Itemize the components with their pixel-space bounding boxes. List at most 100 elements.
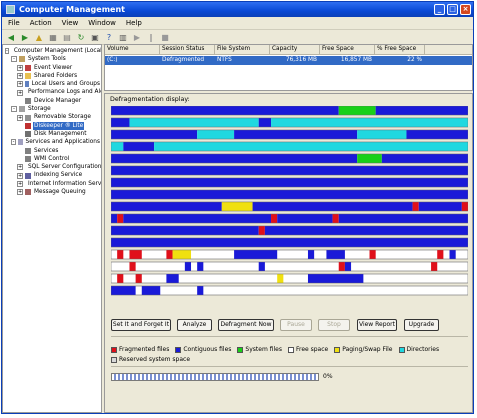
expand-icon[interactable]: +: [17, 81, 23, 88]
refresh-icon[interactable]: ↻: [76, 32, 86, 42]
storage-icon: [19, 106, 25, 113]
collapse-icon[interactable]: -: [11, 56, 17, 63]
pause-icon[interactable]: ‖: [146, 32, 156, 42]
expand-icon[interactable]: +: [17, 180, 23, 187]
menu-help[interactable]: Help: [126, 19, 142, 27]
export-icon[interactable]: ▣: [90, 32, 100, 42]
upgrade-button[interactable]: Upgrade: [404, 319, 439, 331]
collapse-icon[interactable]: -: [11, 139, 17, 146]
system-swatch: [237, 346, 244, 353]
defrag-block: [166, 250, 173, 259]
tree-item[interactable]: - System Tools: [5, 55, 101, 63]
up-icon[interactable]: ▲: [34, 32, 44, 42]
legend-contiguous: Contiguous files: [175, 346, 231, 353]
column-capacity[interactable]: Capacity: [270, 45, 320, 54]
tree-item[interactable]: + Event Viewer: [5, 64, 101, 72]
indexing-icon: [25, 172, 31, 179]
tree-item[interactable]: + Shared Folders: [5, 72, 101, 80]
legend-free: Free space: [287, 346, 329, 353]
defrag-block: [111, 118, 130, 127]
tree-item[interactable]: - Storage: [5, 105, 101, 113]
menu-window[interactable]: Window: [88, 19, 116, 27]
help-icon[interactable]: ?: [104, 32, 114, 42]
expand-icon[interactable]: +: [17, 73, 23, 80]
tree-item[interactable]: - Computer Management (Local): [5, 47, 101, 55]
back-icon[interactable]: ◀: [6, 32, 16, 42]
defrag-block: [264, 226, 468, 235]
tree-item-label: Removable Storage: [34, 114, 91, 121]
collapse-icon[interactable]: -: [11, 106, 17, 113]
tree-item[interactable]: Device Manager: [5, 97, 101, 105]
volume-file-system: NTFS: [217, 57, 232, 63]
tree-item-label: Device Manager: [34, 97, 82, 104]
tree-item[interactable]: Disk Management: [5, 130, 101, 138]
collapse-icon[interactable]: -: [5, 48, 9, 55]
tree-item[interactable]: + Performance Logs and Alerts: [5, 88, 101, 96]
legend-system-label: System files: [245, 346, 282, 353]
reserved-swatch: [111, 356, 117, 363]
close-button[interactable]: ×: [460, 4, 471, 15]
legend-reserved-label: Reserved system space: [119, 356, 191, 363]
volume-list: Volume Session Status File System Capaci…: [104, 44, 473, 91]
defrag-block: [154, 142, 468, 151]
menu-view[interactable]: View: [62, 19, 79, 27]
analyze-button[interactable]: Analyze: [177, 319, 212, 331]
column-free-space[interactable]: Free Space: [320, 45, 375, 54]
show-hide-tree-icon[interactable]: ▦: [48, 32, 58, 42]
app-icon: [6, 5, 15, 14]
properties-icon[interactable]: ▤: [62, 32, 72, 42]
tree-item[interactable]: Diskeeper ® Lite: [5, 121, 101, 130]
column-percent-free[interactable]: % Free Space: [375, 45, 425, 54]
legend-free-label: Free space: [295, 346, 329, 353]
column-file-system[interactable]: File System: [215, 45, 270, 54]
menu-action[interactable]: Action: [30, 19, 52, 27]
defrag-block: [332, 214, 339, 223]
expand-icon[interactable]: +: [17, 172, 23, 179]
legend-system: System files: [237, 346, 282, 353]
volume-row[interactable]: (C:) Defragmented NTFS 76,316 MB 16,857 …: [105, 56, 472, 65]
defrag-block: [271, 214, 278, 223]
defrag-block: [111, 106, 339, 115]
tree-item[interactable]: + SQL Server Configuration Ma: [5, 163, 101, 171]
defrag-block: [271, 118, 468, 127]
menu-file[interactable]: File: [8, 19, 20, 27]
expand-icon[interactable]: +: [17, 64, 23, 71]
defrag-block: [307, 274, 364, 283]
forward-icon[interactable]: ▶: [20, 32, 30, 42]
defrag-block: [111, 190, 468, 199]
title-bar[interactable]: Computer Management _ □ ×: [2, 2, 473, 17]
view-icon[interactable]: ▥: [118, 32, 128, 42]
maximize-button[interactable]: □: [447, 4, 458, 15]
column-volume[interactable]: Volume: [105, 45, 160, 54]
column-session-status[interactable]: Session Status: [160, 45, 215, 54]
minimize-button[interactable]: _: [434, 4, 445, 15]
expand-icon[interactable]: +: [17, 189, 23, 196]
defrag-block: [437, 250, 444, 259]
tree-item[interactable]: + Indexing Service: [5, 171, 101, 179]
tree-item[interactable]: + Message Queuing: [5, 188, 101, 196]
tree-item[interactable]: + Removable Storage: [5, 113, 101, 121]
console-tree: - Computer Management (Local) - System Tool…: [2, 44, 102, 413]
defragment-now-button[interactable]: Defragment Now: [218, 319, 274, 331]
tree-item[interactable]: WMI Control: [5, 155, 101, 163]
tree-item[interactable]: Services: [5, 147, 101, 155]
stop-icon[interactable]: ■: [160, 32, 170, 42]
expand-icon[interactable]: +: [17, 89, 23, 96]
tree-item[interactable]: + Internet Information Service: [5, 180, 101, 188]
defrag-block: [141, 286, 161, 295]
stop-button[interactable]: Stop: [318, 319, 350, 331]
disk-management-icon: [25, 131, 31, 138]
view-report-button[interactable]: View Report: [357, 319, 397, 331]
defrag-block: [461, 202, 468, 211]
play-icon[interactable]: ▶: [132, 32, 142, 42]
set-it-and-forget-it-button[interactable]: Set It and Forget It: [111, 319, 171, 331]
legend-directories-label: Directories: [406, 346, 440, 353]
tree-item[interactable]: + Local Users and Groups: [5, 80, 101, 88]
progress-percent: 0%: [323, 373, 333, 380]
tree-item[interactable]: - Services and Applications: [5, 138, 101, 146]
expand-icon[interactable]: +: [17, 114, 23, 121]
content-area: - Computer Management (Local) - System Tool…: [2, 44, 473, 413]
defrag-block: [258, 118, 272, 127]
pause-button[interactable]: Pause: [280, 319, 312, 331]
expand-icon[interactable]: +: [17, 164, 23, 171]
